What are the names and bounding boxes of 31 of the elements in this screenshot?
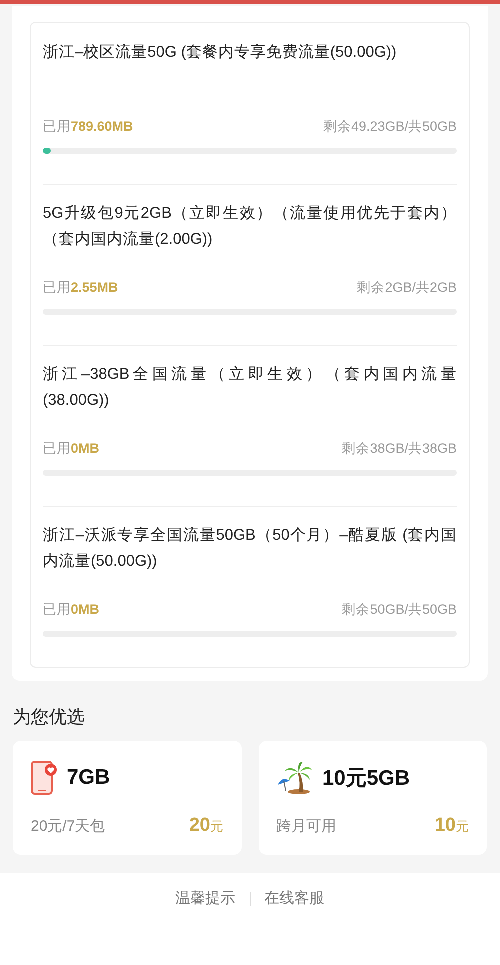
used-amount: 789.60MB (71, 119, 134, 134)
palm-tree-icon (276, 761, 312, 795)
offer-name: 7GB (67, 766, 110, 790)
package-title: 5G升级包9元2GB（立即生效）（流量使用优先于套内）（套内国内流量(2.00G)) (43, 204, 457, 250)
used-label: 已用 (43, 280, 71, 295)
section-heading: 为您优选 (13, 706, 86, 729)
used-amount: 2.55MB (71, 280, 118, 295)
offer-description: 20元/7天包 (31, 817, 106, 836)
package-title: 浙江–校区流量50G (套餐内专享免费流量(50.00G)) (43, 43, 398, 63)
offer-card[interactable]: 10元5GB 跨月可用 10元 (258, 741, 487, 855)
remaining-text: 剩余38GB/共38GB (342, 440, 457, 458)
remaining-text: 剩余2GB/共2GB (357, 279, 457, 297)
remaining-text: 剩余49.23GB/共50GB (323, 118, 457, 136)
package-title: 浙江–38GB全国流量（立即生效）（套内国内流量(38.00G)) (43, 365, 457, 411)
phone-heart-icon (31, 761, 57, 795)
used-label: 已用 (43, 602, 71, 617)
footer-link[interactable]: 在线客服 (264, 889, 324, 908)
offer-card[interactable]: 7GB 20元/7天包 20元 (13, 741, 242, 855)
price-unit: 元 (210, 819, 224, 834)
price-unit: 元 (456, 819, 469, 834)
offer-description: 跨月可用 (276, 817, 336, 836)
remaining-text: 剩余50GB/共50GB (342, 601, 457, 619)
used-amount: 0MB (71, 441, 100, 456)
offer-price: 20 (189, 815, 210, 836)
footer-link[interactable]: 温馨提示 (176, 889, 236, 908)
package-title: 浙江–沃派专享全国流量50GB（50个月）–酷夏版 (套内国内流量(50.00G)) (43, 526, 457, 572)
used-label: 已用 (43, 441, 71, 456)
offer-name: 10元5GB (322, 766, 410, 792)
offer-price: 10 (434, 815, 456, 836)
used-label: 已用 (43, 119, 71, 134)
used-amount: 0MB (71, 602, 100, 617)
